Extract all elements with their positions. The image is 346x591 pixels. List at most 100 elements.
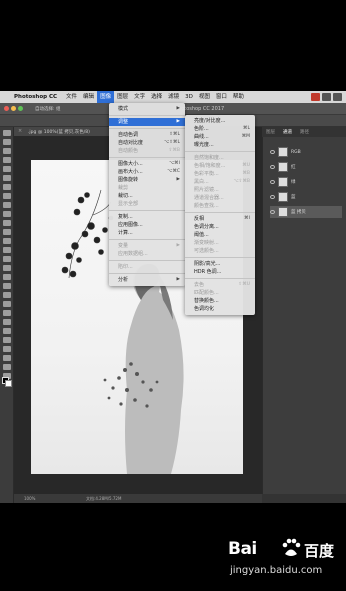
menu-item-shortcut: ⇧⌘B xyxy=(168,148,180,153)
menu-item: 通道混合器... xyxy=(185,194,255,202)
tool-icon[interactable] xyxy=(2,130,11,136)
menu-item[interactable]: 色调均化 xyxy=(185,305,255,313)
tool-icon[interactable] xyxy=(2,265,11,271)
menu-item[interactable]: 自动色调 ⇧⌘L xyxy=(109,131,185,139)
menubar-item[interactable]: 编辑 xyxy=(80,91,97,103)
menu-item: 渐变映射... xyxy=(185,239,255,247)
minimize-window-button[interactable] xyxy=(11,106,16,111)
menu-item: 显示全部 xyxy=(109,200,185,208)
menu-item[interactable]: HDR 色调... xyxy=(185,268,255,276)
menu-item[interactable]: 替换颜色... xyxy=(185,297,255,305)
tool-icon[interactable] xyxy=(2,238,11,244)
eye-icon[interactable] xyxy=(270,180,275,184)
menu-item-label: 反相 xyxy=(194,216,205,222)
channel-row[interactable]: 蓝 拷贝 xyxy=(270,206,342,218)
menubar-item[interactable]: 视图 xyxy=(196,91,213,103)
menubar-item[interactable]: 图像 xyxy=(97,91,115,103)
zoom-window-button[interactable] xyxy=(18,106,23,111)
menu-item[interactable]: 曲线... ⌘M xyxy=(185,133,255,141)
panel-tab[interactable]: 路径 xyxy=(300,129,309,135)
tool-icon[interactable] xyxy=(2,193,11,199)
tool-icon[interactable] xyxy=(2,346,11,352)
menubar-item[interactable]: 图层 xyxy=(114,91,131,103)
menu-item[interactable]: 模式 ▶ xyxy=(109,105,185,113)
menu-item[interactable]: 调整 ▶ xyxy=(109,118,185,126)
channel-row[interactable]: 绿 xyxy=(270,176,342,188)
menu-item[interactable]: 亮度/对比度... xyxy=(185,117,255,125)
menu-item[interactable]: 画布大小... ⌥⌘C xyxy=(109,168,185,176)
menu-item[interactable]: 反相 ⌘I xyxy=(185,215,255,223)
tool-icon[interactable] xyxy=(2,166,11,172)
tool-icon[interactable] xyxy=(2,301,11,307)
menu-item-label: 画布大小... xyxy=(118,169,143,175)
eye-icon[interactable] xyxy=(270,150,275,154)
menu-item[interactable]: 图像大小... ⌥⌘I xyxy=(109,160,185,168)
document-tab[interactable]: × .jpg @ 100%(蓝 拷贝,灰色/8) xyxy=(14,127,114,136)
menu-item[interactable]: 色调分离... xyxy=(185,223,255,231)
menu-item-label: 图像大小... xyxy=(118,161,143,167)
panel-tab[interactable]: 图层 xyxy=(266,129,275,135)
close-tab-icon[interactable]: × xyxy=(18,128,22,134)
tool-icon[interactable] xyxy=(2,364,11,370)
zoom-level[interactable]: 100% xyxy=(24,496,35,501)
tool-icon[interactable] xyxy=(2,283,11,289)
menu-item: 陷印... xyxy=(109,263,185,271)
menu-item[interactable]: 图像旋转 ▶ xyxy=(109,176,185,184)
menu-item[interactable]: 裁切... xyxy=(109,192,185,200)
tool-icon[interactable] xyxy=(2,148,11,154)
tool-icon[interactable] xyxy=(2,175,11,181)
tool-icon[interactable] xyxy=(2,211,11,217)
status-icon[interactable] xyxy=(322,93,331,101)
tool-icon[interactable] xyxy=(2,229,11,235)
tool-icon[interactable] xyxy=(2,220,11,226)
channel-row[interactable]: RGB xyxy=(270,146,342,158)
tool-icon[interactable] xyxy=(2,256,11,262)
tool-icon[interactable] xyxy=(2,157,11,163)
tool-icon[interactable] xyxy=(2,328,11,334)
close-window-button[interactable] xyxy=(4,106,9,111)
tool-icon[interactable] xyxy=(2,310,11,316)
menu-item-label: 计算... xyxy=(118,230,133,236)
tool-icon[interactable] xyxy=(2,247,11,253)
tool-icon[interactable] xyxy=(2,184,11,190)
menubar-item[interactable]: 文件 xyxy=(63,91,80,103)
menubar-item[interactable]: 窗口 xyxy=(213,91,230,103)
menu-item[interactable]: 计算... xyxy=(109,229,185,237)
menu-item[interactable]: 色阶... ⌘L xyxy=(185,125,255,133)
menu-item[interactable]: 分析 ▶ xyxy=(109,276,185,284)
menu-item[interactable]: 阴影/高光... xyxy=(185,260,255,268)
app-menu[interactable]: Photoshop CC xyxy=(14,94,57,100)
channel-row[interactable]: 红 xyxy=(270,161,342,173)
tool-icon[interactable] xyxy=(2,202,11,208)
eye-icon[interactable] xyxy=(270,165,275,169)
tool-icon[interactable] xyxy=(2,274,11,280)
channel-row[interactable]: 蓝 xyxy=(270,191,342,203)
tool-icon[interactable] xyxy=(2,139,11,145)
menubar-item[interactable]: 帮助 xyxy=(230,91,247,103)
tool-icon[interactable] xyxy=(2,292,11,298)
menu-item[interactable]: 复制... xyxy=(109,213,185,221)
eye-icon[interactable] xyxy=(270,210,275,214)
eye-icon[interactable] xyxy=(270,195,275,199)
document-tab-title: .jpg @ 100%(蓝 拷贝,灰色/8) xyxy=(28,130,90,135)
status-icon[interactable] xyxy=(311,93,320,101)
menubar-item[interactable]: 文字 xyxy=(131,91,148,103)
menubar-item[interactable]: 滤镜 xyxy=(165,91,182,103)
status-icon[interactable] xyxy=(333,93,342,101)
menu-item[interactable]: 曝光度... xyxy=(185,141,255,149)
menubar-item[interactable]: 选择 xyxy=(148,91,165,103)
tool-icon[interactable] xyxy=(2,355,11,361)
menu-item[interactable]: 阈值... xyxy=(185,231,255,239)
tool-icon[interactable] xyxy=(2,337,11,343)
menu-item: 可选颜色... xyxy=(185,247,255,255)
menu-item[interactable]: 应用图像... xyxy=(109,221,185,229)
menu-item-label: 复制... xyxy=(118,214,133,220)
background-color-swatch[interactable] xyxy=(5,380,12,387)
channel-name: 蓝 拷贝 xyxy=(291,210,306,215)
tool-icon[interactable] xyxy=(2,319,11,325)
menubar-item[interactable]: 3D xyxy=(182,91,196,103)
panel-tab[interactable]: 通道 xyxy=(283,129,292,135)
menu-item[interactable]: 自动对比度 ⌥⇧⌘L xyxy=(109,139,185,147)
menu-item: 去色 ⇧⌘U xyxy=(185,281,255,289)
menu-item: 自动颜色 ⇧⌘B xyxy=(109,147,185,155)
